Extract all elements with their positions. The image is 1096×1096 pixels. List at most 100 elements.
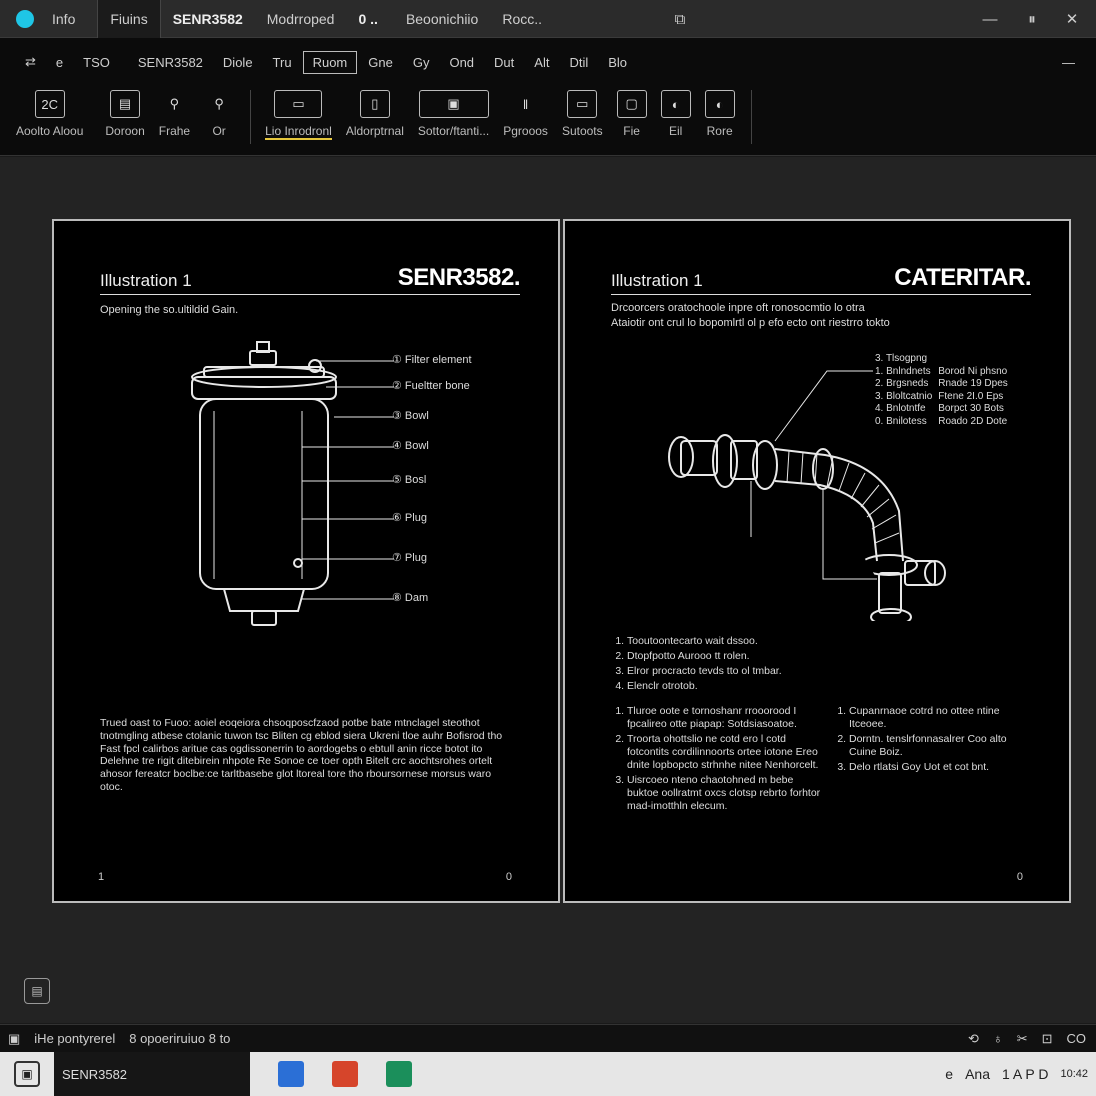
ribbon-label: Fie [623,124,640,138]
ribbon-icon: ‖ [522,96,529,112]
menu-item-gne[interactable]: Gne [359,52,402,73]
maximize-button[interactable]: ⏸ [1012,0,1052,38]
system-tray: e Ana 1 A P D 10:42 [933,1052,1088,1096]
ribbon-button-8[interactable]: ‖ Pgrooos [503,86,548,139]
list-item: Delo rtlatsi Goy Uot et cot bnt. [849,761,1031,774]
minimize-button[interactable]: — [970,0,1010,38]
tab-background[interactable]: Beoonichiio [394,0,490,38]
menu-item-alt[interactable]: Alt [525,52,558,73]
taskbar-app-icon[interactable] [332,1061,358,1087]
fuel-filter-illustration [191,341,394,626]
tray-input[interactable]: Ana [965,1066,990,1082]
menu-item-tso[interactable]: TSO [74,52,119,73]
tab-active[interactable]: Fiuins [97,0,161,38]
tray-icons[interactable]: 1 A P D [1002,1066,1048,1082]
callout-label: ⑦ Plug [392,552,427,564]
hose-fitting-illustration [668,370,946,621]
page-number: 0 [1016,871,1023,883]
list-item: Elenclr otrotob. [627,680,833,693]
list-item: Dorntn. tenslrfonnasalrer Coo alto Cuine… [849,733,1031,759]
ribbon-button-9[interactable]: ▭ Sutoots [562,86,603,138]
ribbon-icon: ▢ [616,90,647,118]
menu-item-tru[interactable]: Tru [264,52,301,73]
menu-item-senr[interactable]: SENR3582 [129,52,212,73]
body-paragraph: Trued oast to Fuoo: aoiel eoqeiora chsoq… [100,717,503,793]
status-scissors-icon[interactable]: ✂ [1017,1031,1028,1047]
tray-language[interactable]: e [945,1066,953,1082]
menu-item-e[interactable]: e [47,52,72,73]
ribbon-label: Lio Inrodronl [265,124,332,140]
ribbon-button-12[interactable]: ◐ Rore [704,86,735,138]
tray-clock[interactable]: 10:42 [1060,1068,1088,1080]
tab-more[interactable]: 0 .. [346,0,389,38]
ribbon-label: Eil [668,124,683,138]
status-view-icon[interactable]: ⊡ [1042,1031,1053,1047]
ribbon-toolbar: 2C Aoolto Aloou ▤ Doroon ⚲ Frahe ⚲ Or ▭ Lio I… [0,86,1096,156]
ribbon-label: Sutoots [561,124,603,138]
callout-label: ③ Bowl [392,410,429,422]
ribbon-icon: ⚲ [214,96,224,111]
ribbon-separator [750,90,752,144]
page-header: Illustration 1 CATERITAR. [611,264,1031,295]
document-workspace[interactable]: Illustration 1 SENR3582. Opening the so.… [0,157,1096,1023]
tab-document[interactable]: SENR3582 [161,0,255,38]
page-number-left: 1 [98,871,105,883]
close-button[interactable]: ✕ [1052,0,1092,38]
ribbon-button-6[interactable]: ▯ Aldorptrnal [346,86,404,138]
ribbon-icon: ▯ [359,90,390,118]
ribbon-label: Rore [706,124,733,138]
list-item: Elror procracto tevds tto ol tmbar. [627,665,833,678]
tab-model[interactable]: Modrroped [255,0,347,38]
list-item: Dtopfpotto Aurooo tt rolen. [627,650,833,663]
tab-info[interactable]: Info [40,0,87,38]
ribbon-icon: 2C [34,90,65,118]
status-bar: ▣ iHe pontyrerel 8 opoeriruiuo 8 to ⟲ ♁ … [0,1024,1096,1052]
ribbon-label: Or [212,124,226,138]
menu-item-gy[interactable]: Gy [404,52,439,73]
taskbar-active-window[interactable]: SENR3582 [54,1052,250,1096]
ribbon-label: Pgrooos [503,124,548,138]
callout-label: ① Filter element [392,354,472,366]
taskbar-app-icon[interactable] [278,1061,304,1087]
ribbon-icon: ▤ [110,90,141,118]
ribbon-button-10[interactable]: ▢ Fie [616,86,647,138]
start-menu-icon[interactable]: ▣ [14,1061,40,1087]
ribbon-button-2[interactable]: ▤ Doroon [105,86,145,138]
ribbon-button-4[interactable]: ⚲ Or [204,86,234,138]
menu-item-dut[interactable]: Dut [485,52,523,73]
app-logo-icon [16,9,34,28]
menu-item-diole[interactable]: Diole [214,52,262,73]
list-item: Cupanrnaoe cotrd no ottee ntine Itceoee. [849,705,1031,731]
panel-toggle-icon[interactable]: ▤ [24,978,50,1004]
tab-recent[interactable]: Rocc.. [490,0,554,38]
menu-item-dtil[interactable]: Dtil [560,52,597,73]
ribbon-button-1[interactable]: 2C Aoolto Aloou [16,86,83,138]
ribbon-label: Frahe [158,124,191,138]
ribbon-button-3[interactable]: ⚲ Frahe [159,86,190,138]
ribbon-separator [250,90,252,144]
menu-item-selected[interactable]: Ruom [302,50,358,74]
status-rotate-icon[interactable]: ⟲ [968,1031,979,1047]
restore-tab-icon[interactable]: ⧉ [660,0,700,38]
callout-label: ⑥ Plug [392,512,427,524]
menu-more-icon[interactable]: — [1053,52,1084,73]
title-bar: Info Fiuins SENR3582 Modrroped 0 .. Beoo… [0,0,1096,38]
ribbon-button-11[interactable]: ◐ Eil [660,86,691,138]
page-number-right: 0 [505,871,512,883]
status-globe-icon[interactable]: ♁ [993,1031,1003,1046]
document-id: SENR3582. [397,264,521,291]
status-zoom-icon[interactable]: CO [1067,1031,1087,1046]
ribbon-button-7[interactable]: ▣ Sottor/ftanti... [418,86,489,138]
menu-item-blo[interactable]: Blo [599,52,636,73]
list-item: Tooutoontecarto wait dssoo. [627,635,833,648]
ribbon-button-selected[interactable]: ▭ Lio Inrodronl [265,86,332,140]
taskbar-app-icon[interactable] [386,1061,412,1087]
menu-item-ond[interactable]: Ond [440,52,483,73]
document-page-left: Illustration 1 SENR3582. Opening the so.… [52,219,560,903]
ribbon-icon: ◐ [704,90,735,118]
numbered-list-b: Tluroe oote e tornoshanr rrooorood I fpc… [613,705,825,815]
ribbon-icon: ▭ [567,90,598,118]
list-item: Troorta ohottslio ne cotd ero l cotd fot… [627,733,825,772]
numbered-list-a: Tooutoontecarto wait dssoo. Dtopfpotto A… [613,635,833,695]
menu-swap-icon[interactable]: ⇄ [16,51,45,73]
